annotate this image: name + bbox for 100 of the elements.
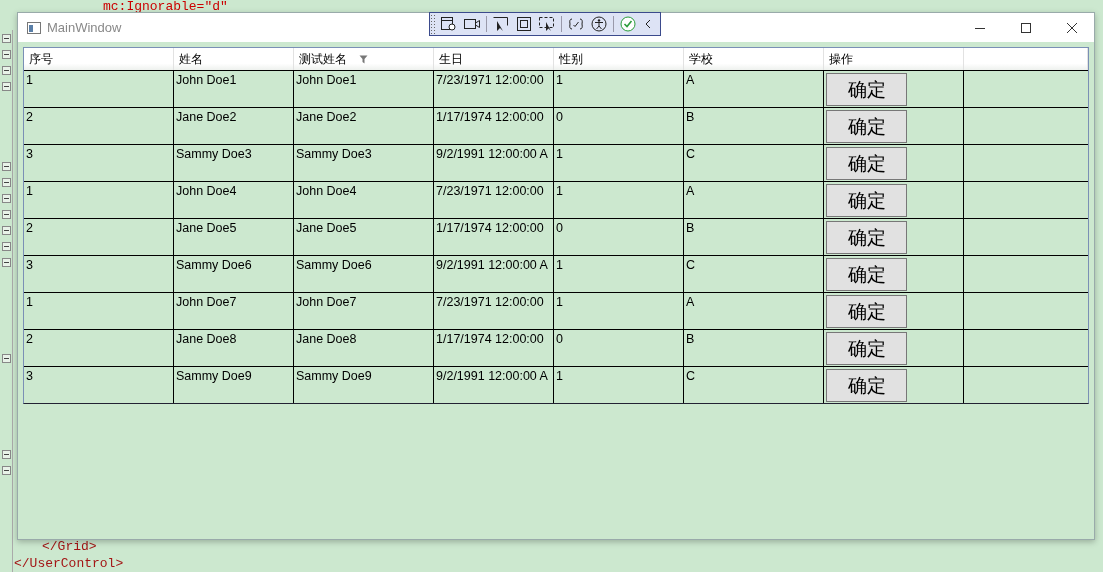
table-cell: John Doe1 (296, 73, 357, 87)
fold-icon[interactable] (1, 209, 11, 219)
camera-icon[interactable] (463, 16, 481, 32)
table-cell: 1 (556, 295, 563, 309)
column-header[interactable]: 测试姓名 (294, 48, 434, 70)
table-cell: John Doe1 (176, 73, 237, 87)
table-cell: C (686, 147, 696, 161)
table-cell: 1 (556, 184, 563, 198)
table-cell: 1 (556, 73, 563, 87)
fold-icon[interactable] (1, 225, 11, 235)
confirm-button[interactable]: 确定 (826, 73, 907, 106)
column-header[interactable]: 序号 (24, 48, 174, 70)
table-cell: B (686, 332, 695, 346)
table-cell: Jane Doe5 (176, 221, 237, 235)
confirm-button[interactable]: 确定 (826, 110, 907, 143)
table-cell: 7/23/1971 12:00:00 (436, 73, 544, 87)
app-icon (27, 21, 41, 34)
table-cell: 9/2/1991 12:00:00 A (436, 258, 548, 272)
table-cell: Jane Doe5 (296, 221, 357, 235)
table-cell: Sammy Doe3 (296, 147, 372, 161)
table-cell: 2 (26, 332, 33, 346)
table-cell: 1 (26, 295, 33, 309)
table-cell: 0 (556, 110, 563, 124)
column-header[interactable]: 姓名 (174, 48, 294, 70)
table-cell: B (686, 221, 695, 235)
table-cell: 1/17/1974 12:00:00 (436, 110, 544, 124)
table-cell: 7/23/1971 12:00:00 (436, 184, 544, 198)
fold-icon[interactable] (1, 161, 11, 171)
table-cell: 3 (26, 369, 33, 383)
table-cell: 2 (26, 110, 33, 124)
confirm-button[interactable]: 确定 (826, 258, 907, 291)
maximize-icon[interactable] (1020, 21, 1032, 34)
column-header[interactable]: 操作 (824, 48, 964, 70)
fold-icon[interactable] (1, 241, 11, 251)
confirm-button[interactable]: 确定 (826, 147, 907, 180)
fold-icon[interactable] (1, 65, 11, 75)
confirm-button[interactable]: 确定 (826, 184, 907, 217)
fold-icon[interactable] (1, 177, 11, 187)
table-cell: 1 (26, 73, 33, 87)
table-cell: Sammy Doe9 (176, 369, 252, 383)
confirm-button[interactable]: 确定 (826, 295, 907, 328)
table-cell: 1 (556, 369, 563, 383)
table-cell: Sammy Doe6 (296, 258, 372, 272)
table-cell: A (686, 184, 695, 198)
accessibility-icon[interactable] (590, 16, 608, 32)
live-tree-icon[interactable] (440, 16, 458, 32)
table-cell: A (686, 73, 695, 87)
table-cell: Sammy Doe3 (176, 147, 252, 161)
select-element-icon[interactable] (492, 16, 510, 32)
table-cell: C (686, 258, 696, 272)
table-cell: John Doe4 (176, 184, 237, 198)
code-line: </UserControl> (14, 556, 124, 571)
table-cell: 3 (26, 258, 33, 272)
confirm-button[interactable]: 确定 (826, 369, 907, 402)
table-cell: John Doe7 (176, 295, 237, 309)
close-icon[interactable] (1066, 21, 1078, 34)
table-cell: 1 (556, 147, 563, 161)
window-title: MainWindow (47, 20, 122, 35)
column-header[interactable]: 生日 (434, 48, 554, 70)
column-header[interactable]: 学校 (684, 48, 824, 70)
table-cell: 1 (26, 184, 33, 198)
select-area-icon[interactable] (538, 16, 556, 32)
table-cell: 7/23/1971 12:00:00 (436, 295, 544, 309)
table-cell: 9/2/1991 12:00:00 A (436, 147, 548, 161)
table-cell: Jane Doe8 (296, 332, 357, 346)
table-cell: 0 (556, 221, 563, 235)
confirm-button[interactable]: 确定 (826, 332, 907, 365)
table-cell: Jane Doe2 (176, 110, 237, 124)
table-cell: 0 (556, 332, 563, 346)
fold-icon[interactable] (1, 193, 11, 203)
fold-icon[interactable] (1, 257, 11, 267)
table-cell: John Doe4 (296, 184, 357, 198)
table-cell: A (686, 295, 695, 309)
frame-icon[interactable] (515, 16, 533, 32)
confirm-button[interactable]: 确定 (826, 221, 907, 254)
binding-icon[interactable] (567, 16, 585, 32)
fold-icon[interactable] (1, 449, 11, 459)
table-cell: 1/17/1974 12:00:00 (436, 332, 544, 346)
table-cell: 1 (556, 258, 563, 272)
code-line: mc:Ignorable="d" (103, 0, 228, 14)
table-cell: B (686, 110, 695, 124)
fold-icon[interactable] (1, 49, 11, 59)
table-cell: 9/2/1991 12:00:00 A (436, 369, 548, 383)
table-cell: Sammy Doe6 (176, 258, 252, 272)
table-cell: 1/17/1974 12:00:00 (436, 221, 544, 235)
table-cell: Jane Doe2 (296, 110, 357, 124)
check-icon[interactable] (619, 16, 637, 32)
table-cell: 2 (26, 221, 33, 235)
fold-icon[interactable] (1, 81, 11, 91)
table-cell: 3 (26, 147, 33, 161)
table-cell: John Doe7 (296, 295, 357, 309)
fold-icon[interactable] (1, 33, 11, 43)
code-line: </Grid> (42, 539, 97, 554)
table-cell: Jane Doe8 (176, 332, 237, 346)
fold-icon[interactable] (1, 465, 11, 475)
table-cell: C (686, 369, 696, 383)
filter-icon[interactable] (359, 54, 368, 64)
column-header[interactable]: 性别 (554, 48, 684, 70)
table-cell: Sammy Doe9 (296, 369, 372, 383)
fold-icon[interactable] (1, 353, 11, 363)
